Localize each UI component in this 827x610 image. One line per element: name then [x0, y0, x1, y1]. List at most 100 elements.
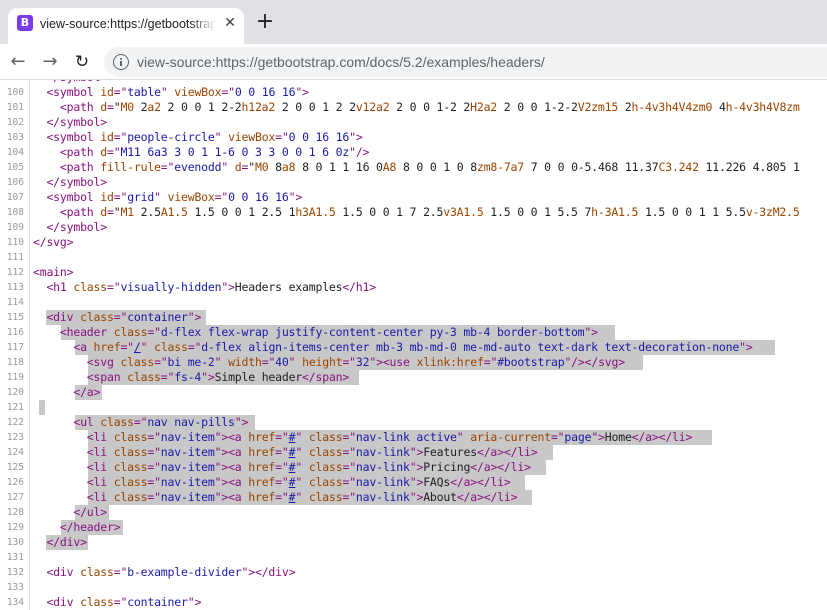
source-line[interactable]: 118 <svg class="bi me-2" width="40" heig…: [0, 355, 827, 370]
line-number: 118: [6, 357, 24, 368]
line-number: 122: [6, 417, 24, 428]
line-number: 112: [6, 267, 24, 278]
source-line[interactable]: 107 <symbol id="grid" viewBox="0 0 16 16…: [0, 190, 827, 205]
source-code: </div>: [46, 535, 87, 549]
line-number: 110: [6, 237, 24, 248]
line-number: 127: [6, 492, 24, 503]
source-line[interactable]: 114: [0, 295, 827, 310]
source-line[interactable]: 133: [0, 580, 827, 595]
line-number: 113: [6, 282, 24, 293]
line-number: 131: [6, 552, 24, 563]
source-code: <li class="nav-item"><a href="#" class="…: [86, 445, 538, 459]
source-line[interactable]: 134 <div class="container">: [0, 595, 827, 610]
line-number: 109: [6, 222, 24, 233]
source-code: <a href="/" class="d-flex align-items-ce…: [73, 340, 753, 354]
source-line[interactable]: 113 <h1 class="visually-hidden">Headers …: [0, 280, 827, 295]
line-number: 119: [6, 372, 24, 383]
source-view[interactable]: 99 </symbol>100 <symbol id="table" viewB…: [0, 80, 827, 610]
source-line[interactable]: 112 <main>: [0, 265, 827, 280]
tab-strip: B view-source:https://getbootstrap.com/d…: [0, 0, 827, 44]
source-line[interactable]: 111: [0, 250, 827, 265]
source-code: <svg class="bi me-2" width="40" height="…: [86, 355, 625, 369]
source-line[interactable]: 119 <span class="fs-4">Simple header</sp…: [0, 370, 827, 385]
source-line[interactable]: 103 <symbol id="people-circle" viewBox="…: [0, 130, 827, 145]
source-line[interactable]: 105 <path fill-rule="evenodd" d="M0 8a8 …: [0, 160, 827, 175]
source-code: <symbol id="people-circle" viewBox="0 0 …: [46, 130, 363, 144]
line-number: 117: [6, 342, 24, 353]
info-icon[interactable]: [113, 54, 129, 70]
source-line[interactable]: 125 <li class="nav-item"><a href="#" cla…: [0, 460, 827, 475]
source-code: <li class="nav-item"><a href="#" class="…: [86, 475, 511, 489]
source-code: <div class="container">: [46, 595, 202, 609]
source-line[interactable]: 128 </ul>: [0, 505, 827, 520]
source-code: <symbol id="grid" viewBox="0 0 16 16">: [46, 190, 303, 204]
source-line[interactable]: 127 <li class="nav-item"><a href="#" cla…: [0, 490, 827, 505]
source-code: <li class="nav-item"><a href="#" class="…: [86, 460, 531, 474]
tab-title-fade: [190, 12, 216, 36]
source-line[interactable]: 126 <li class="nav-item"><a href="#" cla…: [0, 475, 827, 490]
source-code: </ul>: [73, 505, 107, 519]
line-number: 125: [6, 462, 24, 473]
source-code: <li class="nav-item"><a href="#" class="…: [86, 430, 693, 444]
source-line[interactable]: 130 </div>: [0, 535, 827, 550]
url-text[interactable]: view-source:https://getbootstrap.com/doc…: [137, 53, 545, 71]
source-line[interactable]: 124 <li class="nav-item"><a href="#" cla…: [0, 445, 827, 460]
line-number: 107: [6, 192, 24, 203]
line-number: 100: [6, 87, 24, 98]
address-bar[interactable]: view-source:https://getbootstrap.com/doc…: [104, 47, 827, 77]
source-line[interactable]: 101 <path d="M0 2a2 2 0 0 1 2-2h12a2 2 0…: [0, 100, 827, 115]
source-line[interactable]: 102 </symbol>: [0, 115, 827, 130]
tab-title: view-source:https://getbootstrap.com/doc…: [40, 17, 215, 31]
line-number: 126: [6, 477, 24, 488]
line-number: 103: [6, 132, 24, 143]
source-code: <path d="M1 2.5A1.5 1.5 0 0 1 2.5 1h3A1.…: [59, 205, 800, 219]
line-number: 129: [6, 522, 24, 533]
source-line[interactable]: 115 <div class="container">: [0, 310, 827, 325]
arrow-left-icon[interactable]: ←: [6, 50, 30, 74]
source-line[interactable]: 121: [0, 400, 827, 415]
source-line[interactable]: 122 <ul class="nav nav-pills">: [0, 415, 827, 430]
line-number: 130: [6, 537, 24, 548]
source-line[interactable]: 110 </svg>: [0, 235, 827, 250]
bootstrap-icon: B: [17, 15, 33, 31]
line-number: 134: [6, 597, 24, 608]
source-code: </symbol>: [46, 115, 107, 129]
source-line[interactable]: 120 </a>: [0, 385, 827, 400]
line-number: 123: [6, 432, 24, 443]
source-line[interactable]: 106 </symbol>: [0, 175, 827, 190]
source-code: <h1 class="visually-hidden">Headers exam…: [46, 280, 376, 294]
source-code: <path d="M0 2a2 2 0 0 1 2-2h12a2 2 0 0 1…: [59, 100, 800, 114]
line-number: 105: [6, 162, 24, 173]
arrow-right-icon[interactable]: →: [38, 50, 62, 74]
plus-icon[interactable]: +: [253, 11, 277, 35]
source-line[interactable]: 129 </header>: [0, 520, 827, 535]
line-number: 133: [6, 582, 24, 593]
source-line[interactable]: 132 <div class="b-example-divider"></div…: [0, 565, 827, 580]
source-line[interactable]: 123 <li class="nav-item"><a href="#" cla…: [0, 430, 827, 445]
line-number: 108: [6, 207, 24, 218]
line-number: 128: [6, 507, 24, 518]
source-code: </symbol>: [46, 175, 107, 189]
source-line[interactable]: 116 <header class="d-flex flex-wrap just…: [0, 325, 827, 340]
reload-icon[interactable]: ↻: [70, 50, 94, 74]
source-code: <symbol id="table" viewBox="0 0 16 16">: [46, 85, 309, 99]
source-code: </header>: [59, 520, 121, 534]
browser-tab[interactable]: B view-source:https://getbootstrap.com/d…: [8, 8, 244, 44]
selection-highlight: [39, 400, 45, 415]
source-line[interactable]: 108 <path d="M1 2.5A1.5 1.5 0 0 1 2.5 1h…: [0, 205, 827, 220]
line-number: 111: [6, 252, 24, 263]
source-code: </a>: [73, 385, 101, 399]
line-number: 116: [6, 327, 24, 338]
line-number: 115: [6, 312, 24, 323]
line-number: 104: [6, 147, 24, 158]
browser-toolbar: ← → ↻ view-source:https://getbootstrap.c…: [0, 44, 827, 80]
source-code: </svg>: [33, 235, 74, 249]
source-line[interactable]: 109 </symbol>: [0, 220, 827, 235]
source-code: <path fill-rule="evenodd" d="M0 8a8 8 0 …: [59, 160, 800, 174]
source-line[interactable]: 100 <symbol id="table" viewBox="0 0 16 1…: [0, 85, 827, 100]
source-line[interactable]: 104 <path d="M11 6a3 3 0 1 1-6 0 3 3 0 0…: [0, 145, 827, 160]
close-icon[interactable]: ✕: [220, 13, 240, 33]
source-line[interactable]: 131: [0, 550, 827, 565]
source-line[interactable]: 117 <a href="/" class="d-flex align-item…: [0, 340, 827, 355]
source-code: <div class="container">: [46, 310, 202, 324]
